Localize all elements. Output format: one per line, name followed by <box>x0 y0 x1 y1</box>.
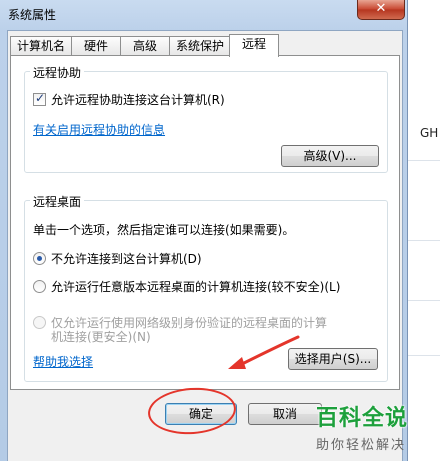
advanced-button[interactable]: 高级(V)... <box>281 145 379 167</box>
radio-nla-only-label-line2: 机连接(更安全)(N) <box>51 330 151 344</box>
watermark-logo: 百科全说 助你轻松解决 <box>316 400 408 453</box>
radio-any-version-label[interactable]: 允许运行任意版本远程桌面的计算机连接(较不安全)(L) <box>51 278 340 295</box>
tab-advanced[interactable]: 高级 <box>120 36 170 56</box>
remote-assistance-info-link[interactable]: 有关启用远程协助的信息 <box>33 121 165 138</box>
allow-remote-assistance-checkbox[interactable]: ✓ <box>33 91 46 106</box>
tab-system-protection[interactable]: 系统保护 <box>169 36 231 56</box>
close-button[interactable]: ✕ <box>357 0 405 20</box>
close-icon: ✕ <box>375 1 387 16</box>
tab-remote[interactable]: 远程 <box>229 34 279 57</box>
radio-selected-dot <box>37 256 42 261</box>
radio-nla-only[interactable] <box>33 316 46 329</box>
cancel-button[interactable]: 取消 <box>248 403 322 425</box>
radio-any-version[interactable] <box>33 280 46 293</box>
remote-assistance-title: 远程协助 <box>30 64 85 81</box>
radio-no-connections[interactable] <box>33 252 46 265</box>
radio-no-connections-label[interactable]: 不允许连接到这台计算机(D) <box>51 250 202 267</box>
background-text: GH <box>420 126 439 140</box>
remote-tab-panel: 远程协助 ✓ 允许远程协助连接这台计算机(R) 有关启用远程协助的信息 高级(V… <box>10 55 400 390</box>
check-icon: ✓ <box>35 91 46 105</box>
tab-computer-name[interactable]: 计算机名 <box>10 36 72 56</box>
background-window <box>405 0 440 461</box>
annotation-arrow-icon <box>228 335 300 369</box>
window-title: 系统属性 <box>8 8 57 22</box>
watermark-sub: 助你轻松解决 <box>316 438 407 453</box>
select-users-button[interactable]: 选择用户(S)... <box>288 348 378 370</box>
tab-hardware[interactable]: 硬件 <box>71 36 121 56</box>
watermark-main: 百科全说 <box>316 406 409 431</box>
help-me-choose-link[interactable]: 帮助我选择 <box>33 353 93 370</box>
remote-desktop-title: 远程桌面 <box>30 193 85 210</box>
allow-remote-assistance-label[interactable]: 允许远程协助连接这台计算机(R) <box>51 91 225 108</box>
remote-desktop-instruction: 单击一个选项，然后指定谁可以连接(如果需要)。 <box>33 223 295 237</box>
